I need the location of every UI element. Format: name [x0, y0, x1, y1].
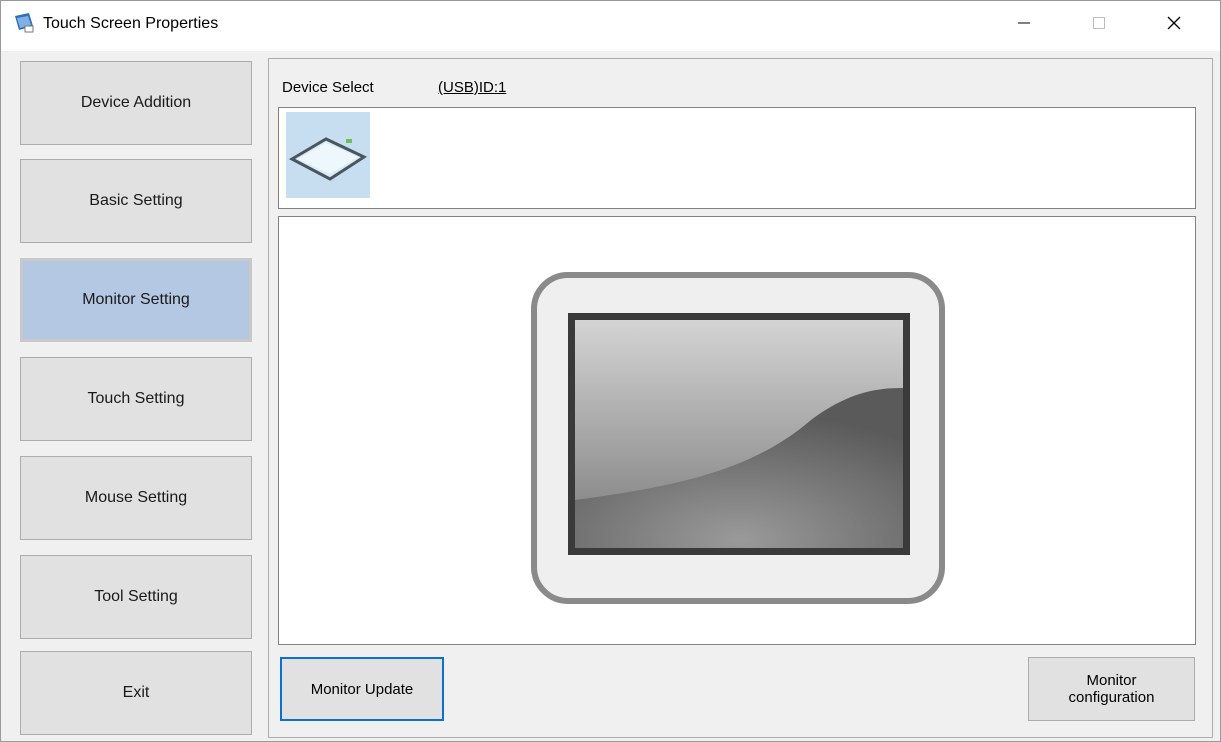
- close-button[interactable]: [1151, 1, 1197, 45]
- app-icon: [15, 13, 34, 33]
- device-item[interactable]: [286, 112, 370, 198]
- nav-device-addition-button[interactable]: Device Addition: [20, 61, 252, 145]
- monitor-configuration-button[interactable]: Monitor configuration: [1028, 657, 1195, 721]
- monitor-update-label: Monitor Update: [310, 680, 414, 698]
- nav-label: Basic Setting: [89, 192, 183, 209]
- minimize-button[interactable]: [1001, 1, 1047, 45]
- nav-mouse-setting-button[interactable]: Mouse Setting: [20, 456, 252, 540]
- title-bar: Touch Screen Properties: [1, 1, 1220, 51]
- maximize-button[interactable]: [1076, 1, 1122, 45]
- nav-label: Touch Setting: [87, 390, 185, 407]
- exit-button[interactable]: Exit: [20, 651, 252, 735]
- maximize-icon: [1093, 17, 1105, 29]
- touch-screen-properties-window: Touch Screen Properties Device Addition …: [0, 0, 1221, 742]
- nav-touch-setting-button[interactable]: Touch Setting: [20, 357, 252, 441]
- monitor-configuration-label: Monitor configuration: [1068, 672, 1155, 706]
- nav-label: Monitor Setting: [82, 291, 190, 308]
- nav-label: Device Addition: [80, 94, 192, 111]
- nav-label: Exit: [122, 684, 150, 701]
- nav-tool-setting-button[interactable]: Tool Setting: [20, 555, 252, 639]
- device-list: [278, 107, 1196, 209]
- nav-label: Tool Setting: [94, 588, 178, 605]
- nav-label: Mouse Setting: [84, 489, 188, 506]
- minimize-icon: [1018, 22, 1030, 24]
- monitor-icon: [531, 272, 945, 604]
- nav-monitor-setting-button[interactable]: Monitor Setting: [20, 258, 252, 342]
- touch-panel-icon: [288, 137, 368, 181]
- monitor-preview-area: [278, 216, 1196, 645]
- device-select-value[interactable]: (USB)ID:1: [438, 79, 506, 96]
- window-title: Touch Screen Properties: [43, 15, 219, 32]
- device-select-label: Device Select: [282, 79, 374, 96]
- close-icon: [1167, 16, 1181, 30]
- monitor-update-button[interactable]: Monitor Update: [280, 657, 444, 721]
- nav-basic-setting-button[interactable]: Basic Setting: [20, 159, 252, 243]
